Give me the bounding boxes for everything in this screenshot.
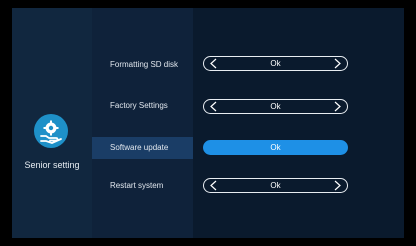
chevron-right-icon[interactable] <box>331 100 343 113</box>
factory-settings-value: Ok <box>270 102 281 111</box>
software-update-label[interactable]: Software update <box>110 143 168 153</box>
software-update-value: Ok <box>270 143 281 152</box>
chevron-right-icon[interactable] <box>331 179 343 192</box>
chevron-right-icon[interactable] <box>331 57 343 70</box>
restart-system-value: Ok <box>270 181 281 190</box>
senior-setting-label: Senior setting <box>24 160 80 170</box>
settings-screen: Senior setting <box>12 8 404 238</box>
actions-panel <box>193 8 404 238</box>
formatting-sd-disk-button[interactable]: Ok <box>203 56 348 71</box>
formatting-sd-disk-label[interactable]: Formatting SD disk <box>110 60 178 70</box>
restart-system-button[interactable]: Ok <box>203 178 348 193</box>
settings-hand-icon <box>34 114 68 148</box>
factory-settings-button[interactable]: Ok <box>203 99 348 114</box>
formatting-sd-disk-value: Ok <box>270 59 281 68</box>
software-update-button[interactable]: Ok <box>203 140 348 155</box>
options-list-panel <box>92 8 193 238</box>
senior-setting-panel: Senior setting <box>12 8 92 238</box>
factory-settings-label[interactable]: Factory Settings <box>110 101 168 111</box>
restart-system-label[interactable]: Restart system <box>110 181 163 191</box>
